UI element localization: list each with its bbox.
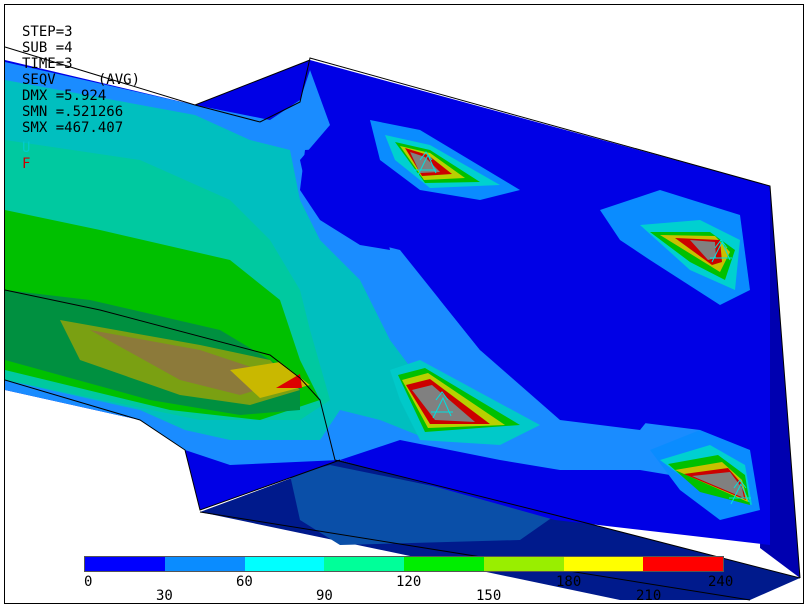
colorbar-segment — [324, 557, 404, 571]
colorbar-segment — [483, 557, 564, 571]
legend-step: STEP=3 — [22, 24, 73, 40]
colorbar-tick-label: 60 — [236, 574, 253, 590]
model-viewport[interactable]: STEP=3 SUB =4 TIME=3 SEQV (AVG) DMX =5.9… — [0, 0, 810, 610]
colorbar-segment — [164, 557, 245, 571]
colorbar-tick-label: 90 — [316, 588, 333, 604]
colorbar-segment — [643, 557, 723, 571]
colorbar-segment — [244, 557, 325, 571]
legend-time: TIME=3 — [22, 56, 73, 72]
colorbar-tick-label: 180 — [556, 574, 582, 590]
legend-dmx: DMX =5.924 — [22, 88, 107, 104]
legend-seqv: SEQV (AVG) — [22, 72, 141, 88]
legend-f-label: F — [22, 156, 31, 172]
legend-smx: SMX =467.407 — [22, 120, 124, 136]
colorbar-segment — [85, 557, 165, 571]
colorbar-tick-label: 240 — [708, 574, 734, 590]
colorbar-tick-label: 120 — [396, 574, 422, 590]
colorbar-segment — [563, 557, 644, 571]
colorbar-segment — [404, 557, 484, 571]
colorbar-tick-label: 150 — [476, 588, 502, 604]
legend-sub: SUB =4 — [22, 40, 73, 56]
result-legend: STEP=3 SUB =4 TIME=3 SEQV (AVG) DMX =5.9… — [22, 24, 140, 172]
colorbar-tick-label: 0 — [84, 574, 93, 590]
legend-u-label: U — [22, 140, 31, 156]
contour-colorbar — [84, 556, 724, 572]
colorbar-tick-label: 210 — [636, 588, 662, 604]
colorbar-tick-label: 30 — [156, 588, 173, 604]
legend-smn: SMN =.521266 — [22, 104, 124, 120]
